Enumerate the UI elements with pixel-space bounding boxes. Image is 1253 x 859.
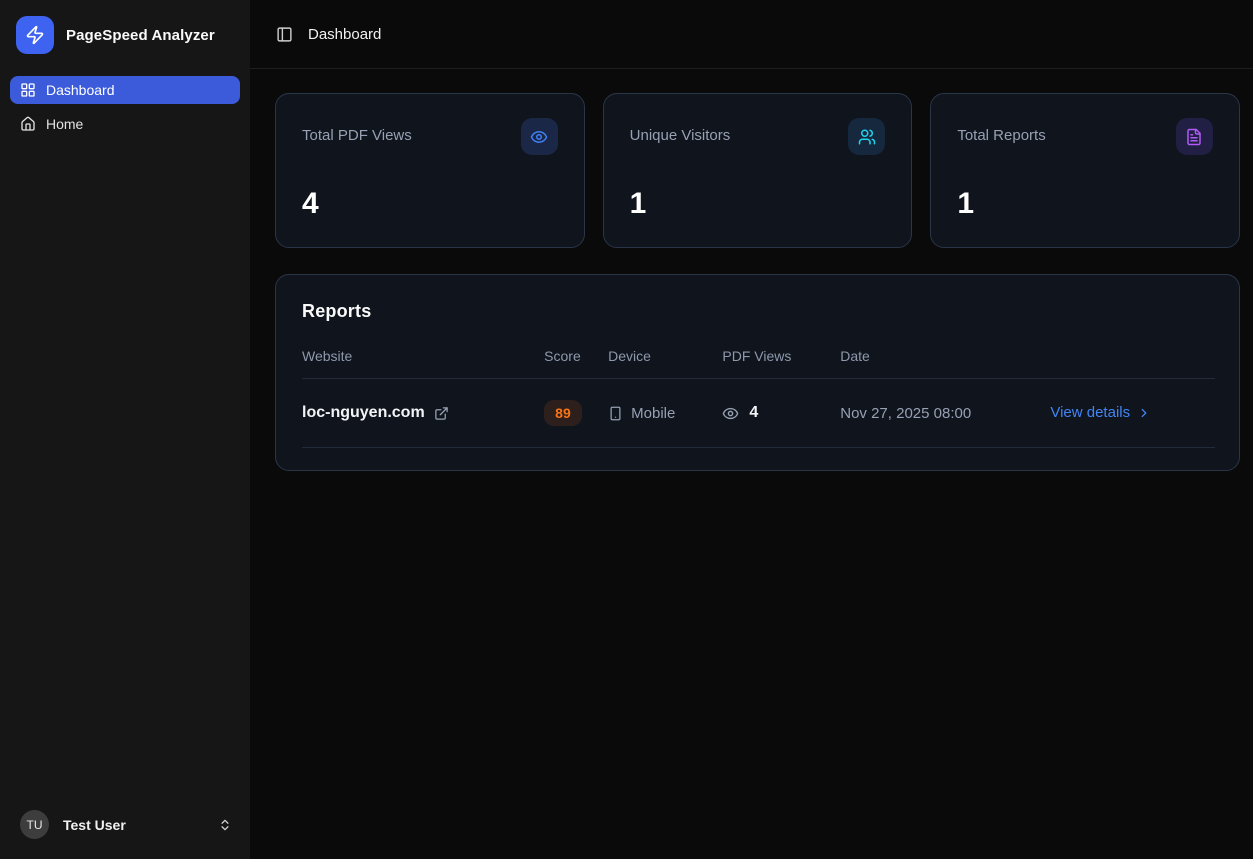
view-details-link[interactable]: View details xyxy=(1050,404,1151,421)
smartphone-icon xyxy=(608,406,623,421)
website-name: loc-nguyen.com xyxy=(302,404,425,422)
reports-table: Website Score Device PDF Views Date loc-… xyxy=(302,338,1215,448)
stat-value: 1 xyxy=(630,187,886,221)
stat-card-total-reports: Total Reports 1 xyxy=(930,93,1240,248)
sidebar-nav: Dashboard Home xyxy=(0,72,250,142)
view-details-label: View details xyxy=(1050,404,1130,421)
col-header-website: Website xyxy=(302,338,544,379)
home-icon xyxy=(20,116,36,132)
stat-value: 4 xyxy=(302,187,558,221)
col-header-score: Score xyxy=(544,338,608,379)
chevron-right-icon xyxy=(1137,406,1151,420)
reports-card: Reports Website Score Device PDF Views D… xyxy=(275,274,1240,471)
sidebar-item-home[interactable]: Home xyxy=(10,110,240,138)
score-badge: 89 xyxy=(544,400,582,426)
stat-card-total-pdf-views: Total PDF Views 4 xyxy=(275,93,585,248)
user-name: Test User xyxy=(63,817,204,833)
sidebar-toggle-icon[interactable] xyxy=(276,26,293,43)
avatar: TU xyxy=(20,810,49,839)
app-brand: PageSpeed Analyzer xyxy=(0,0,250,72)
table-header-row: Website Score Device PDF Views Date xyxy=(302,338,1215,379)
file-text-icon xyxy=(1176,118,1213,155)
sidebar: PageSpeed Analyzer Dashboard Home TU Tes… xyxy=(0,0,250,859)
dashboard-content: Total PDF Views 4 Unique Visitors 1 xyxy=(250,69,1253,471)
stat-card-unique-visitors: Unique Visitors 1 xyxy=(603,93,913,248)
sidebar-item-dashboard[interactable]: Dashboard xyxy=(10,76,240,104)
stat-label: Total PDF Views xyxy=(302,118,412,144)
col-header-date: Date xyxy=(840,338,986,379)
stat-value: 1 xyxy=(957,187,1213,221)
pdf-views-count: 4 xyxy=(749,404,758,422)
eye-icon xyxy=(722,405,739,422)
device-label: Mobile xyxy=(631,405,675,422)
topbar: Dashboard xyxy=(250,0,1253,69)
dashboard-grid-icon xyxy=(20,82,36,98)
app-logo xyxy=(16,16,54,54)
sidebar-item-label: Dashboard xyxy=(46,82,115,98)
report-date: Nov 27, 2025 08:00 xyxy=(840,379,986,448)
col-header-device: Device xyxy=(608,338,722,379)
page-title: Dashboard xyxy=(308,26,381,43)
app-title: PageSpeed Analyzer xyxy=(66,27,215,44)
zap-icon xyxy=(25,25,45,45)
external-link-icon[interactable] xyxy=(434,406,449,421)
stats-row: Total PDF Views 4 Unique Visitors 1 xyxy=(275,93,1240,248)
reports-title: Reports xyxy=(302,301,1215,322)
chevrons-up-down-icon xyxy=(218,818,232,832)
user-menu[interactable]: TU Test User xyxy=(0,796,250,859)
col-header-pdf-views: PDF Views xyxy=(722,338,840,379)
table-row: loc-nguyen.com 89 xyxy=(302,379,1215,448)
users-icon xyxy=(848,118,885,155)
stat-label: Total Reports xyxy=(957,118,1045,144)
stat-label: Unique Visitors xyxy=(630,118,731,144)
main-area: Dashboard Total PDF Views 4 Unique Visit… xyxy=(250,0,1253,859)
col-header-action xyxy=(986,338,1215,379)
eye-icon xyxy=(521,118,558,155)
sidebar-item-label: Home xyxy=(46,116,83,132)
